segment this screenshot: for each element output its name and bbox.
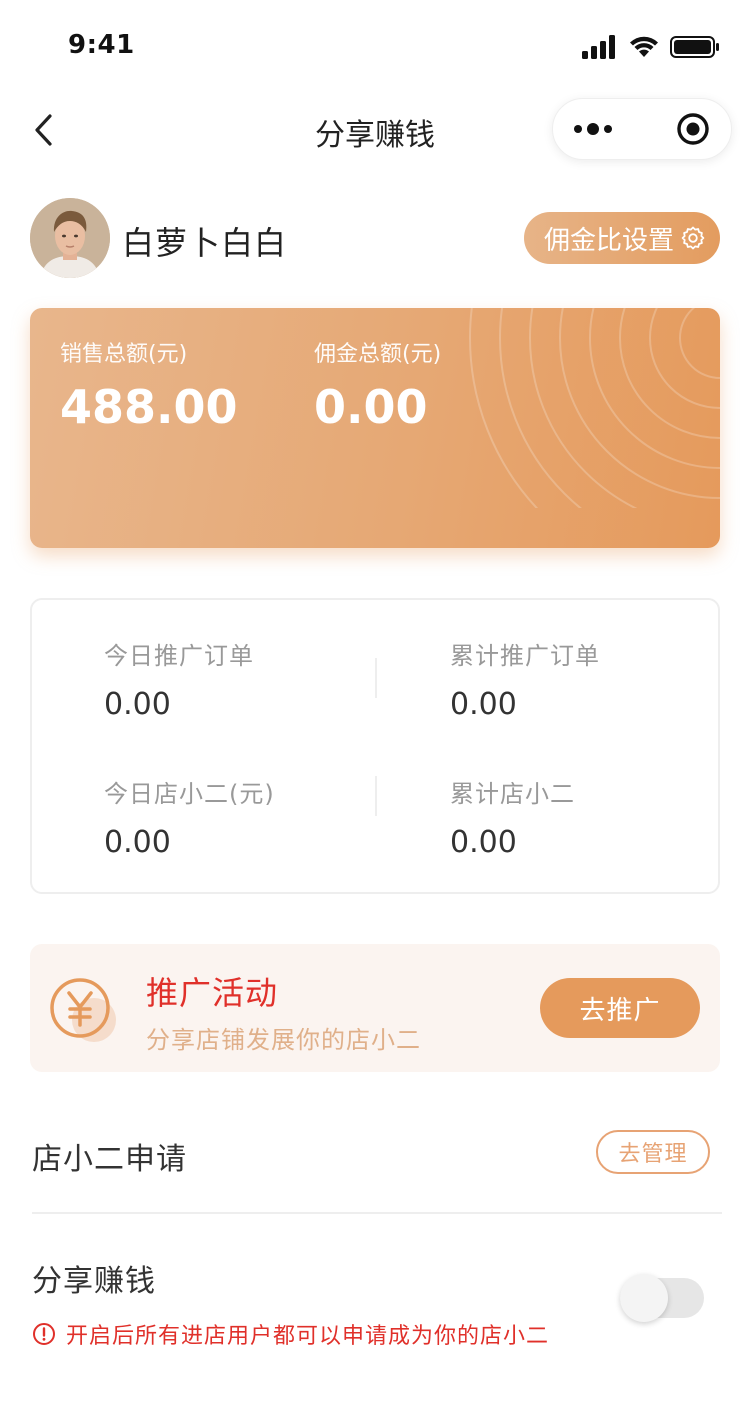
stat-label: 累计推广订单: [450, 642, 600, 670]
decorative-rings: [469, 308, 720, 508]
go-manage-button[interactable]: 去管理: [596, 1130, 710, 1174]
yen-icon: [48, 976, 120, 1048]
stat-value: 0.00: [450, 825, 517, 860]
battery-icon: [670, 36, 719, 58]
stat-label: 今日推广订单: [104, 642, 254, 670]
status-bar: 9:41: [0, 0, 750, 88]
stat-total-orders: 累计推广订单 0.00: [450, 636, 750, 722]
share-warning-text: 开启后所有进店用户都可以申请成为你的店小二: [66, 1324, 550, 1349]
promo-subtitle: 分享店铺发展你的店小二: [146, 1026, 421, 1054]
stat-total-assistants: 累计店小二 0.00: [450, 774, 750, 860]
grid-divider: [375, 776, 377, 816]
nav-bar: 分享赚钱: [0, 88, 750, 174]
share-earn-row: 分享赚钱 开启后所有进店用户都可以申请成为你的店小二: [32, 1256, 720, 1356]
promotion-banner: 推广活动 分享店铺发展你的店小二 去推广: [30, 944, 720, 1072]
commission-settings-label: 佣金比设置: [543, 225, 674, 256]
status-time: 9:41: [68, 30, 135, 60]
more-dots-icon: [574, 123, 612, 135]
status-icons: [582, 34, 720, 60]
stat-label: 累计店小二: [450, 780, 575, 808]
profile-row: 白萝卜白白 佣金比设置: [30, 196, 720, 280]
stat-label: 今日店小二(元): [104, 780, 275, 808]
sales-total-label: 销售总额(元): [60, 342, 188, 367]
toggle-knob: [620, 1274, 668, 1322]
promo-title: 推广活动: [146, 974, 279, 1012]
commission-settings-button[interactable]: 佣金比设置: [523, 212, 720, 264]
share-earn-title: 分享赚钱: [32, 1264, 156, 1299]
stat-value: 0.00: [104, 687, 171, 722]
signal-icon: [582, 35, 615, 59]
stat-today-orders: 今日推广订单 0.00: [104, 636, 404, 722]
sales-summary-card: 销售总额(元) 488.00 佣金总额(元) 0.00: [30, 308, 720, 548]
go-promote-button[interactable]: 去推广: [540, 978, 700, 1038]
section-divider: [32, 1212, 722, 1214]
share-warning: 开启后所有进店用户都可以申请成为你的店小二: [32, 1318, 549, 1350]
commission-total-label: 佣金总额(元): [314, 342, 442, 367]
stat-value: 0.00: [104, 825, 171, 860]
user-name: 白萝卜白白: [122, 224, 288, 262]
gear-icon: [681, 226, 705, 250]
stat-value: 0.00: [450, 687, 517, 722]
close-mini-program-button[interactable]: [671, 109, 715, 149]
mini-program-capsule: [552, 98, 732, 160]
stats-grid-card: 今日推广订单 0.00 累计推广订单 0.00 今日店小二(元) 0.00 累计…: [30, 598, 720, 894]
commission-total-value: 0.00: [314, 380, 428, 434]
assistant-apply-row: 店小二申请 去管理: [32, 1130, 720, 1177]
target-close-icon: [677, 113, 709, 145]
share-earn-toggle[interactable]: [620, 1274, 704, 1322]
sales-total-value: 488.00: [60, 380, 238, 434]
grid-divider: [375, 658, 377, 698]
alert-circle-icon: [33, 1323, 55, 1345]
avatar[interactable]: [30, 198, 110, 278]
avatar-portrait-icon: [30, 198, 110, 278]
wifi-icon: [630, 36, 658, 57]
stat-today-assistants: 今日店小二(元) 0.00: [104, 774, 404, 860]
more-button[interactable]: [571, 109, 641, 149]
